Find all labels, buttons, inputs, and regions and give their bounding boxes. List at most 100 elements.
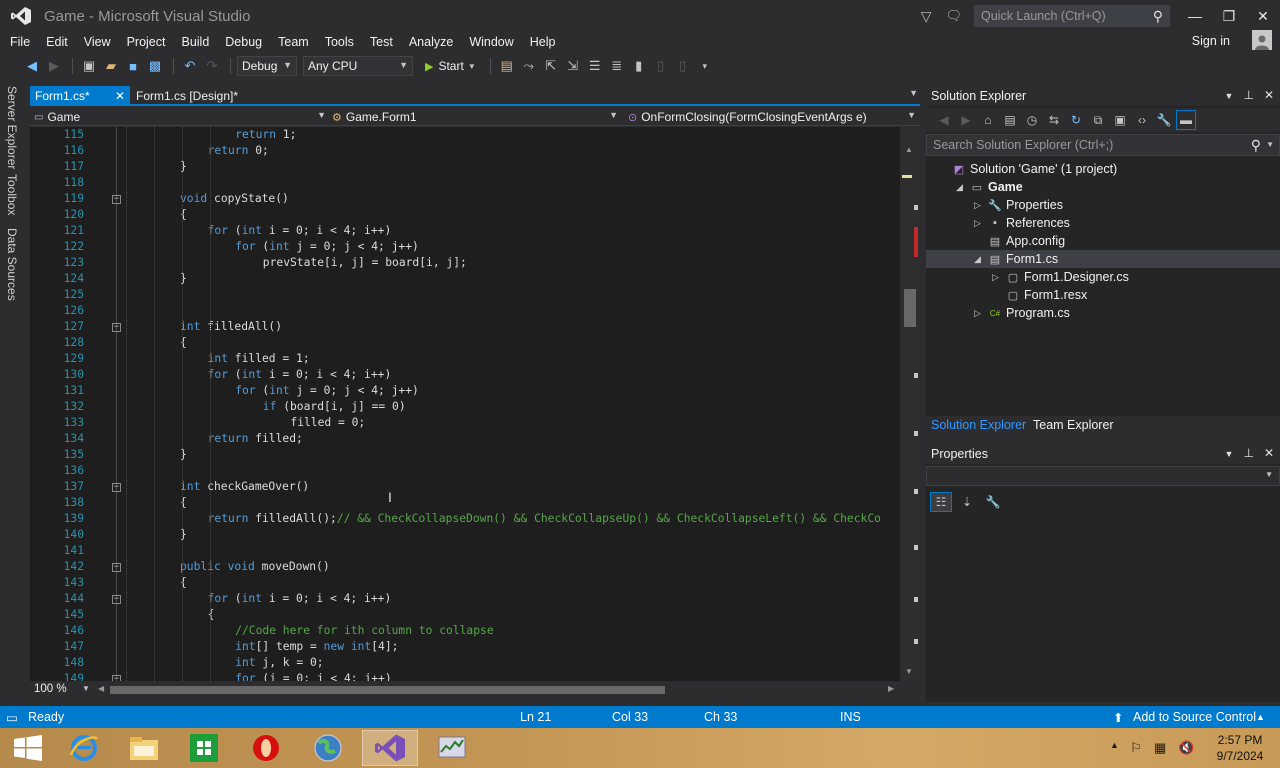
start-debugging-button[interactable]: ▶ Start ▼ <box>425 59 476 73</box>
find-in-files-icon[interactable]: ▤ <box>497 56 517 76</box>
account-avatar-icon[interactable] <box>1252 30 1272 50</box>
navigate-forward-icon[interactable]: ▶ <box>44 56 64 76</box>
tree-item[interactable]: ▷ ▪ References <box>926 214 1280 232</box>
close-panel-icon[interactable]: ✕ <box>1264 88 1274 102</box>
zoom-chevron-down-icon[interactable]: ▼ <box>82 684 90 693</box>
file-explorer-icon[interactable] <box>116 730 172 766</box>
code-line[interactable]: 143{ <box>30 575 900 591</box>
uncomment-lines-icon[interactable]: ≣ <box>607 56 627 76</box>
tree-item[interactable]: ▷ 🔧 Properties <box>926 196 1280 214</box>
menu-analyze[interactable]: Analyze <box>401 35 461 49</box>
menu-window[interactable]: Window <box>461 35 521 49</box>
categorized-icon[interactable]: ☷ <box>930 492 952 512</box>
feedback-icon[interactable]: 🗨 <box>945 8 962 24</box>
code-line[interactable]: 121 for (int i = 0; i < 4; i++) <box>30 223 900 239</box>
code-line[interactable]: 145 { <box>30 607 900 623</box>
tab-overflow-chevron-icon[interactable]: ▼ <box>909 88 918 98</box>
editor-vertical-scrollbar[interactable]: ▲ ▼ <box>900 127 920 681</box>
tab-team-explorer[interactable]: Team Explorer <box>1033 418 1114 432</box>
navigate-back-icon[interactable]: ◀ <box>22 56 42 76</box>
properties-wrench-icon[interactable]: 🔧 <box>1154 110 1174 130</box>
new-project-icon[interactable]: ▣ <box>79 56 99 76</box>
scroll-right-icon[interactable]: ▶ <box>888 684 894 693</box>
sync-with-document-icon[interactable]: ⇆ <box>1044 110 1064 130</box>
taskbar-clock[interactable]: 2:57 PM 9/7/2024 <box>1210 732 1270 764</box>
code-line[interactable]: 125 <box>30 287 900 303</box>
expanded-triangle-icon[interactable]: ◢ <box>974 254 981 265</box>
tree-item[interactable]: ◩ Solution 'Game' (1 project) <box>926 160 1280 178</box>
scroll-left-icon[interactable]: ◀ <box>98 684 104 693</box>
code-line[interactable]: 122 for (int j = 0; j < 4; j++) <box>30 239 900 255</box>
editor-horizontal-scrollbar[interactable]: 100 % ▼ ◀ ▶ <box>30 681 920 699</box>
code-line[interactable]: 139 return filledAll();// && CheckCollaps… <box>30 511 900 527</box>
solution-configuration-select[interactable]: Debug ▼ <box>237 56 297 76</box>
toggle-breakpoint-icon[interactable]: ⇲ <box>563 56 583 76</box>
code-line[interactable]: 127 − int filledAll() <box>30 319 900 335</box>
tree-item[interactable]: ▷ ▢ Form1.Designer.cs <box>926 268 1280 286</box>
chevron-up-icon[interactable]: ▲ <box>1256 712 1265 722</box>
collapsed-triangle-icon[interactable]: ▷ <box>974 308 981 319</box>
code-line[interactable]: 119 − void copyState() <box>30 191 900 207</box>
toolbox-tab[interactable]: Toolbox <box>5 174 19 215</box>
menu-tools[interactable]: Tools <box>317 35 362 49</box>
store-icon[interactable] <box>176 730 232 766</box>
redo-icon[interactable]: ↷ <box>202 56 222 76</box>
tree-item[interactable]: ▷ C# Program.cs <box>926 304 1280 322</box>
tab-form1-cs[interactable]: Form1.cs* ✕ <box>30 86 130 106</box>
code-editor[interactable]: 115 return 1; 116 return 0; 117} 118 119 − void … <box>30 127 900 681</box>
collapse-region-icon[interactable]: − <box>112 563 121 572</box>
internet-explorer-icon[interactable] <box>56 730 112 766</box>
pin-icon[interactable]: ⊥ <box>1243 88 1253 102</box>
code-line[interactable]: 124} <box>30 271 900 287</box>
menu-team[interactable]: Team <box>270 35 317 49</box>
menu-debug[interactable]: Debug <box>217 35 270 49</box>
network-icon[interactable]: ▦ <box>1154 740 1166 756</box>
code-line[interactable]: 116 return 0; <box>30 143 900 159</box>
menu-edit[interactable]: Edit <box>38 35 76 49</box>
expanded-triangle-icon[interactable]: ◢ <box>956 182 963 193</box>
code-line[interactable]: 146 //Code here for ith column to collaps… <box>30 623 900 639</box>
home-icon[interactable]: ⌂ <box>978 110 998 130</box>
project-dropdown[interactable]: ▭ Game ▼ <box>34 108 330 126</box>
member-dropdown[interactable]: ⊙ OnFormClosing(FormClosingEventArgs e) … <box>628 108 920 126</box>
code-line[interactable]: 134 return filled; <box>30 431 900 447</box>
scroll-thumb[interactable] <box>904 289 916 327</box>
tab-form1-design[interactable]: Form1.cs [Design]* <box>135 86 238 106</box>
menu-build[interactable]: Build <box>173 35 217 49</box>
minimize-button[interactable]: — <box>1178 0 1212 32</box>
code-line[interactable]: 129 int filled = 1; <box>30 351 900 367</box>
tree-item[interactable]: ◢ ▤ Form1.cs <box>926 250 1280 268</box>
scroll-down-icon[interactable]: ▼ <box>905 667 913 676</box>
code-line[interactable]: 131 for (int j = 0; j < 4; j++) <box>30 383 900 399</box>
start-button-windows-icon[interactable] <box>0 730 56 766</box>
code-line[interactable]: 118 <box>30 175 900 191</box>
solution-search-input[interactable]: Search Solution Explorer (Ctrl+;) ⚲ ▼ <box>926 134 1280 156</box>
code-line[interactable]: 123 prevState[i, j] = board[i, j]; <box>30 255 900 271</box>
visual-studio-taskbar-icon[interactable] <box>362 730 418 766</box>
code-line[interactable]: 120{ <box>30 207 900 223</box>
collapse-region-icon[interactable]: − <box>112 323 121 332</box>
globe-app-icon[interactable] <box>300 730 356 766</box>
properties-object-select[interactable]: ▼ <box>926 466 1280 486</box>
collapse-all-icon[interactable]: ⧉ <box>1088 110 1108 130</box>
menu-help[interactable]: Help <box>522 35 564 49</box>
tree-item[interactable]: ◢ ▭ Game <box>926 178 1280 196</box>
opera-browser-icon[interactable] <box>238 730 294 766</box>
code-line[interactable]: 149− for (j = 0; j < 4; j++) <box>30 671 900 681</box>
code-navigation-icon[interactable]: ⇱ <box>541 56 561 76</box>
volume-muted-icon[interactable]: 🔇 <box>1178 740 1194 756</box>
code-line[interactable]: 117} <box>30 159 900 175</box>
toolbar-options-icon[interactable]: ▾ <box>695 56 715 76</box>
code-line[interactable]: 147 int[] temp = new int[4]; <box>30 639 900 655</box>
task-manager-icon[interactable] <box>424 730 480 766</box>
save-all-icon[interactable]: ▩ <box>145 56 165 76</box>
undo-icon[interactable]: ↶ <box>180 56 200 76</box>
pending-changes-filter-icon[interactable]: ◷ <box>1022 110 1042 130</box>
menu-view[interactable]: View <box>76 35 119 49</box>
solution-platform-select[interactable]: Any CPU ▼ <box>303 56 413 76</box>
zoom-level[interactable]: 100 % <box>34 683 67 695</box>
code-line[interactable]: 144 − for (int i = 0; i < 4; i++) <box>30 591 900 607</box>
pin-icon[interactable]: ⊥ <box>1243 446 1253 460</box>
code-line[interactable]: 138{ <box>30 495 900 511</box>
close-panel-icon[interactable]: ✕ <box>1264 446 1274 460</box>
